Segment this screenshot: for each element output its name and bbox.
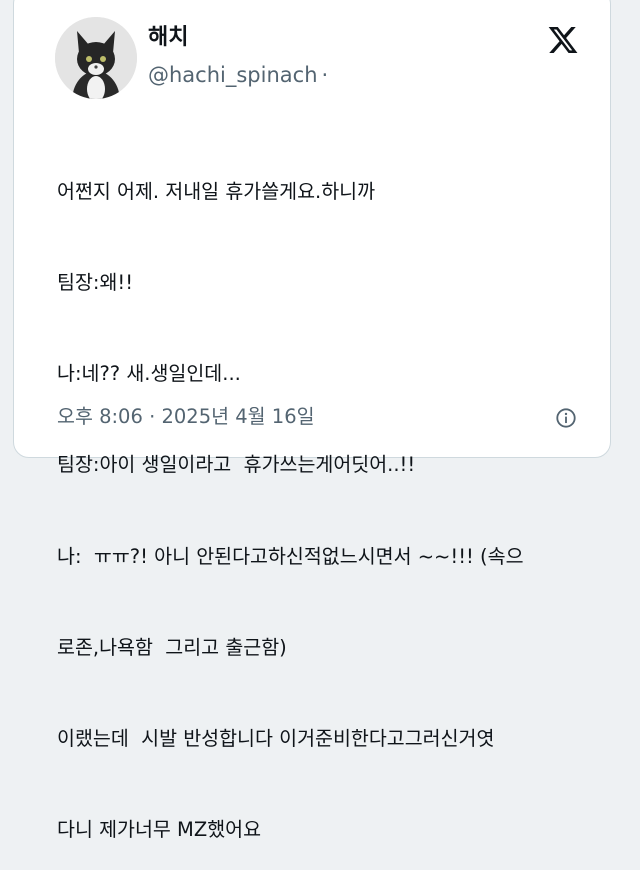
handle[interactable]: @hachi_spinach: [148, 63, 318, 87]
info-icon[interactable]: [555, 407, 577, 429]
timestamp-separator: ·: [149, 405, 156, 428]
tweet-line: 다니 제가너무 MZ했어요: [57, 818, 262, 842]
tweet-time[interactable]: 오후 8:06: [57, 405, 143, 428]
tweet-line: 나:네?? 새.생일인데...: [57, 362, 241, 386]
handle-row: @hachi_spinach ·: [148, 61, 328, 89]
tweet-timestamp: 오후 8:06 · 2025년 4월 16일: [57, 403, 315, 431]
tweet-line: 팀장:아이 생일이라고 휴가쓰는게어딧어..!!: [57, 453, 416, 477]
tweet-date[interactable]: 2025년 4월 16일: [161, 405, 314, 428]
tweet-line: 어쩐지 어제. 저내일 휴가쓸게요.하니까: [57, 179, 376, 203]
tweet-line: 이랬는데 시발 반성합니다 이거준비한다고그러신거엿: [57, 727, 495, 751]
tweet-line: 로존,나욕함 그리고 출근함): [57, 635, 287, 659]
x-logo-icon[interactable]: [546, 24, 580, 56]
tweet-line: 팀장:왜!!: [57, 271, 134, 295]
handle-separator: ·: [321, 63, 329, 87]
avatar[interactable]: [55, 17, 137, 99]
display-name[interactable]: 해치: [148, 24, 188, 52]
tweet-line: 나: ㅠㅠ?! 아니 안된다고하신적없느시면서 ~~!!! (속으: [57, 544, 524, 568]
tweet-text: 어쩐지 어제. 저내일 휴가쓸게요.하니까 팀장:왜!! 나:네?? 새.생일인…: [57, 116, 597, 870]
